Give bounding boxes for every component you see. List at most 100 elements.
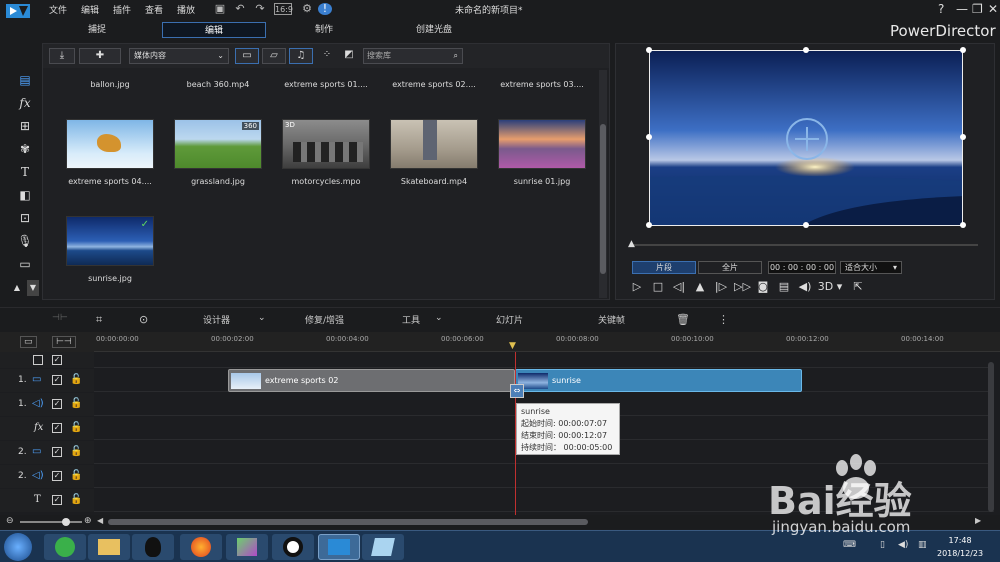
tray-keyboard-icon[interactable]: ⌨ — [843, 540, 856, 550]
track-enable-checkbox[interactable]: ✓ — [52, 375, 62, 385]
taskbar-powerdirector-icon[interactable] — [318, 534, 360, 560]
taskbar-explorer-icon[interactable] — [88, 534, 130, 560]
list-item[interactable]: beach 360.mp4 — [164, 70, 272, 89]
menu-file[interactable]: 文件 — [49, 3, 67, 16]
list-item[interactable]: ballon.jpg — [56, 70, 164, 89]
tools-circle-icon[interactable]: ⊙ — [139, 313, 148, 326]
fix-enhance-button[interactable]: 修复/增强 — [305, 313, 344, 326]
trash-icon[interactable]: 🗑 — [676, 313, 690, 326]
preview-scrubber[interactable] — [632, 244, 978, 246]
zoom-slider-handle[interactable] — [62, 518, 70, 526]
list-item[interactable]: 3D motorcycles.mpo — [272, 119, 380, 186]
taskbar-firefox-icon[interactable] — [180, 534, 222, 560]
resize-handle[interactable] — [803, 222, 809, 228]
search-input[interactable]: 搜索库 ⌕ — [363, 48, 463, 64]
save-icon[interactable]: ▣ — [213, 3, 227, 15]
import-media-icon[interactable]: ⤓ — [49, 48, 75, 64]
thumbnail-size-icon[interactable]: ◩ — [341, 48, 357, 64]
resize-handle[interactable] — [960, 47, 966, 53]
zoom-out-icon[interactable]: ⊖ — [6, 516, 14, 526]
start-button[interactable] — [4, 533, 32, 561]
list-item[interactable]: extreme sports 04.... — [56, 119, 164, 186]
3d-mode-button[interactable]: 3D ▾ — [817, 280, 843, 293]
rail-up-icon[interactable]: ▲ — [11, 280, 23, 296]
subtitle-room-icon[interactable]: ▭ — [17, 256, 33, 272]
resize-handle[interactable] — [646, 47, 652, 53]
taskbar-qq-icon[interactable] — [132, 534, 174, 560]
menu-view[interactable]: 查看 — [145, 3, 163, 16]
track-enable-checkbox[interactable]: ✓ — [52, 399, 62, 409]
fx-room-icon[interactable]: fx — [17, 95, 33, 111]
filter-video-icon[interactable]: ▭ — [235, 48, 259, 64]
audio-mix-room-icon[interactable]: ⊡ — [17, 210, 33, 226]
lock-icon[interactable]: 🔓 — [70, 398, 82, 409]
keyframe-button[interactable]: 关键帧 — [598, 313, 625, 326]
list-item[interactable]: extreme sports 03.... — [488, 70, 596, 89]
chevron-down-icon[interactable]: ⌄ — [258, 313, 266, 323]
list-item[interactable]: 360 grassland.jpg — [164, 119, 272, 186]
lock-icon[interactable]: 🔓 — [70, 374, 82, 385]
chevron-down-icon[interactable]: ⌄ — [435, 313, 443, 323]
lock-icon[interactable]: 🔓 — [70, 422, 82, 433]
storyboard-view-icon[interactable]: ▭ — [20, 336, 37, 348]
list-item[interactable]: Skateboard.mp4 — [380, 119, 488, 186]
plugin-puzzle-icon[interactable]: ✚ — [79, 48, 121, 64]
grid-view-icon[interactable]: ⁘ — [319, 48, 335, 64]
undo-icon[interactable]: ↶ — [233, 3, 247, 15]
time-ruler[interactable]: 00:00:00:00 00:00:02:00 00:00:04:00 00:0… — [94, 332, 1000, 352]
title-room-icon[interactable]: T — [17, 164, 33, 180]
filter-audio-icon[interactable]: ♫ — [289, 48, 313, 64]
zoom-in-icon[interactable]: ⊕ — [84, 516, 92, 526]
snap-icon[interactable]: ⊣⊢ — [52, 313, 68, 323]
tray-volume-icon[interactable]: ◀) — [898, 540, 908, 550]
crop-icon[interactable]: ⌗ — [96, 313, 102, 327]
resize-handle[interactable] — [646, 134, 652, 140]
voice-over-microphone-icon[interactable]: 🎙 — [17, 233, 33, 249]
tab-edit[interactable]: 编辑 — [162, 22, 266, 38]
search-icon[interactable]: ⌕ — [454, 49, 458, 63]
track-enable-checkbox[interactable]: ✓ — [52, 447, 62, 457]
designer-button[interactable]: 设计器 — [203, 313, 230, 326]
tab-capture[interactable]: 捕捉 — [45, 22, 149, 38]
undock-preview-icon[interactable]: ⇱ — [850, 280, 866, 293]
resize-handle[interactable] — [803, 47, 809, 53]
split-icon[interactable]: ▲ — [692, 280, 708, 293]
taskbar-notes-icon[interactable] — [362, 534, 404, 560]
track-enable-checkbox[interactable]: ✓ — [52, 471, 62, 481]
playhead-marker-icon[interactable]: ▼ — [509, 341, 516, 351]
timeline-clip-sunrise[interactable]: sunrise — [515, 369, 802, 392]
track-enable-checkbox[interactable]: ✓ — [52, 495, 62, 505]
tray-device-icon[interactable]: ▯ — [880, 540, 885, 550]
select-all-checkbox[interactable] — [33, 355, 43, 365]
preview-image[interactable] — [649, 50, 963, 226]
list-item[interactable]: extreme sports 02.... — [380, 70, 488, 89]
filter-image-icon[interactable]: ▱ — [262, 48, 286, 64]
fit-timeline-icon[interactable]: ⊢⊣ — [52, 336, 76, 348]
scroll-left-icon[interactable]: ◀ — [97, 516, 103, 525]
pip-room-icon[interactable]: ⊞ — [17, 118, 33, 134]
taskbar-media-icon[interactable] — [226, 534, 268, 560]
taskbar-app-360-icon[interactable] — [44, 534, 86, 560]
slideshow-button[interactable]: 幻灯片 — [496, 313, 523, 326]
more-options-icon[interactable]: ⋮ — [718, 313, 729, 326]
maximize-icon[interactable]: ❐ — [972, 2, 983, 16]
enable-all-checkbox[interactable]: ✓ — [52, 355, 62, 365]
volume-icon[interactable]: ◀) — [797, 280, 813, 293]
track-enable-checkbox[interactable]: ✓ — [52, 423, 62, 433]
resize-handle[interactable] — [646, 222, 652, 228]
lock-icon[interactable]: 🔓 — [70, 470, 82, 481]
timeline-clip-extreme-sports[interactable]: extreme sports 02 — [228, 369, 515, 392]
aspect-ratio-icon[interactable]: 16:9 — [274, 3, 293, 15]
help-icon[interactable]: ? — [938, 2, 944, 16]
transition-drop-icon[interactable]: ⇔ — [510, 384, 524, 398]
tools-button[interactable]: 工具 — [402, 313, 420, 326]
resize-handle[interactable] — [960, 222, 966, 228]
list-item[interactable]: sunrise 01.jpg — [488, 119, 596, 186]
close-icon[interactable]: ✕ — [988, 2, 998, 16]
play-icon[interactable]: ▷ — [629, 280, 645, 293]
zoom-fit-select[interactable]: 适合大小 ▾ — [840, 261, 902, 274]
scrubber-handle-icon[interactable]: ▲ — [628, 239, 635, 249]
menu-edit[interactable]: 编辑 — [81, 3, 99, 16]
tab-create-disc[interactable]: 创建光盘 — [382, 22, 486, 38]
settings-gear-icon[interactable]: ⚙ — [300, 3, 314, 15]
